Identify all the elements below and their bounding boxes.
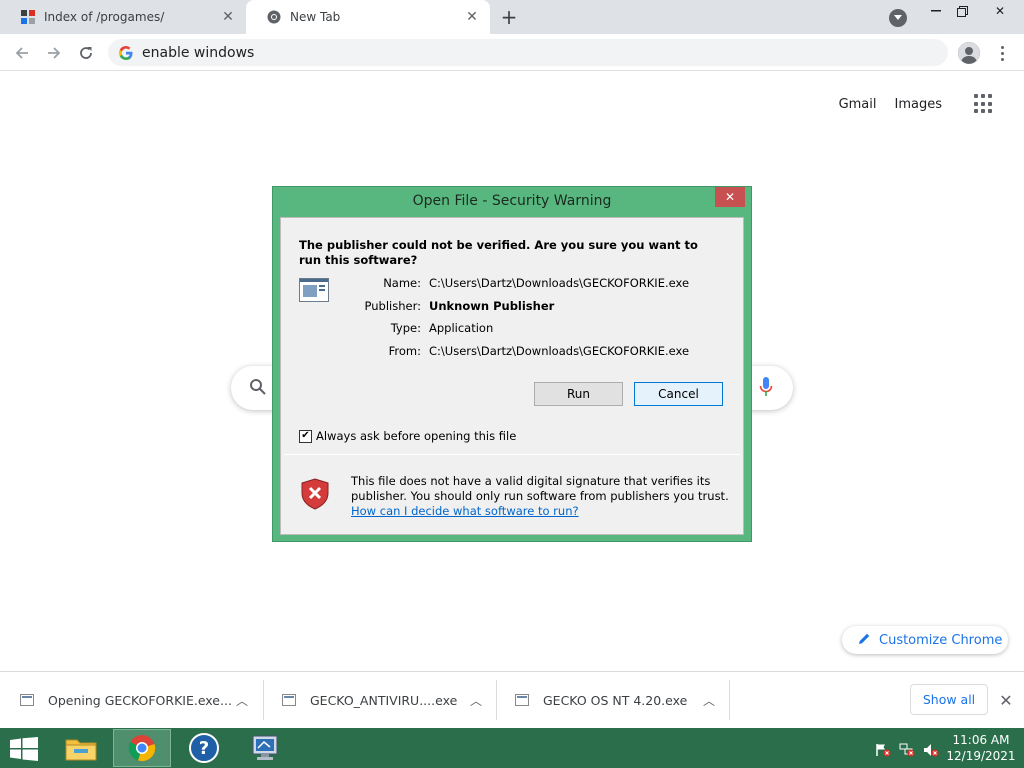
images-link[interactable]: Images <box>895 97 943 112</box>
chrome-menu-icon[interactable] <box>992 42 1012 64</box>
back-arrow-icon[interactable] <box>8 39 36 67</box>
detail-value: Unknown Publisher <box>429 298 555 313</box>
download-item[interactable]: Opening GECKOFORKIE.exe... ︿ <box>0 680 262 720</box>
show-all-button[interactable]: Show all <box>910 684 988 715</box>
chevron-up-icon[interactable]: ︿ <box>703 692 715 709</box>
dialog-close-button[interactable]: ✕ <box>715 187 745 207</box>
detail-label: From: <box>388 343 421 358</box>
new-tab-button[interactable]: + <box>498 5 520 29</box>
tab-strip: Index of /progames/ ✕ New Tab ✕ + ✕ <box>0 0 1024 34</box>
customize-chrome-label: Customize Chrome <box>879 632 1003 648</box>
exe-file-icon <box>515 694 529 706</box>
omnibox[interactable]: enable windows <box>108 39 948 66</box>
windows-start-icon[interactable] <box>10 737 38 761</box>
tab-index-progames[interactable]: Index of /progames/ ✕ <box>0 0 246 34</box>
chevron-up-icon[interactable]: ︿ <box>236 692 248 709</box>
help-link[interactable]: How can I decide what software to run? <box>351 504 731 519</box>
run-button[interactable]: Run <box>534 382 623 406</box>
detail-value: C:\Users\Dartz\Downloads\GECKOFORKIE.exe <box>429 276 690 290</box>
security-warning-dialog: Open File - Security Warning ✕ The publi… <box>272 186 752 542</box>
my-computer-icon[interactable] <box>236 729 294 767</box>
chrome-taskbar-icon[interactable] <box>113 729 171 767</box>
file-explorer-icon[interactable] <box>52 729 110 767</box>
tab-close-icon[interactable]: ✕ <box>464 9 480 25</box>
restore-button[interactable] <box>946 0 978 22</box>
google-g-icon <box>118 45 134 61</box>
detail-label: Type: <box>390 321 421 336</box>
microphone-icon[interactable] <box>759 376 773 402</box>
detail-label: Publisher: <box>364 298 421 313</box>
volume-muted-icon[interactable] <box>923 742 939 757</box>
download-item[interactable]: GECKO OS NT 4.20.exe ︿ <box>495 680 729 720</box>
download-name: Opening GECKOFORKIE.exe... <box>48 692 232 708</box>
detail-label: Name: <box>383 276 421 290</box>
forward-arrow-icon[interactable] <box>40 39 68 67</box>
always-ask-label: Always ask before opening this file <box>316 429 517 443</box>
clock-date: 12/19/2021 <box>946 749 1016 763</box>
tab-new-tab[interactable]: New Tab ✕ <box>246 0 490 34</box>
close-window-button[interactable]: ✕ <box>984 0 1016 22</box>
signature-warning-text: This file does not have a valid digital … <box>351 474 729 503</box>
download-name: GECKO OS NT 4.20.exe <box>543 692 688 708</box>
download-item[interactable]: GECKO_ANTIVIRU....exe ︿ <box>262 680 496 720</box>
gmail-link[interactable]: Gmail <box>839 97 877 112</box>
folder-page-icon <box>20 9 36 25</box>
detail-value: C:\Users\Dartz\Downloads\GECKOFORKIE.exe <box>429 343 690 358</box>
network-alert-icon[interactable] <box>899 742 915 757</box>
dialog-divider <box>284 454 740 455</box>
customize-chrome-button[interactable]: Customize Chrome <box>842 626 1008 654</box>
chrome-icon <box>266 9 282 25</box>
application-file-icon <box>299 278 329 302</box>
profile-avatar-icon[interactable] <box>958 42 980 64</box>
system-clock[interactable]: 11:06 AM 12/19/2021 <box>946 732 1016 764</box>
taskbar: ? 11:06 AM 12/19/2021 <box>0 728 1024 768</box>
tab-title: Index of /progames/ <box>44 10 165 24</box>
google-apps-icon[interactable] <box>974 94 994 114</box>
help-icon[interactable]: ? <box>175 729 233 767</box>
omnibox-text: enable windows <box>142 44 255 61</box>
exe-file-icon <box>282 694 296 706</box>
cancel-button[interactable]: Cancel <box>634 382 723 406</box>
exe-file-icon <box>20 694 34 706</box>
warning-headline: The publisher could not be verified. Are… <box>299 238 698 267</box>
chevron-up-icon[interactable]: ︿ <box>470 692 482 709</box>
top-links: Gmail Images <box>839 94 994 114</box>
search-icon <box>249 378 267 400</box>
browser-toolbar: enable windows <box>0 34 1024 71</box>
reload-icon[interactable] <box>72 39 100 67</box>
always-ask-checkbox[interactable]: ✔ <box>299 429 312 443</box>
download-shelf: Opening GECKOFORKIE.exe... ︿ GECKO_ANTIV… <box>0 671 1024 728</box>
download-name: GECKO_ANTIVIRU....exe <box>310 692 458 708</box>
svg-text:?: ? <box>199 738 209 759</box>
close-shelf-icon[interactable]: ✕ <box>996 690 1016 710</box>
dialog-title: Open File - Security Warning <box>412 193 612 209</box>
flag-alert-icon[interactable] <box>875 742 891 757</box>
dialog-body: The publisher could not be verified. Are… <box>280 217 744 535</box>
detail-value: Application <box>429 321 494 336</box>
always-ask-checkbox-row[interactable]: ✔ Always ask before opening this file <box>299 429 516 443</box>
clock-time: 11:06 AM <box>952 733 1010 747</box>
tab-search-icon[interactable] <box>889 9 907 27</box>
download-separator <box>729 680 730 720</box>
tab-title: New Tab <box>290 10 341 24</box>
tab-close-icon[interactable]: ✕ <box>220 9 236 25</box>
pencil-icon <box>858 632 871 649</box>
signature-warning: This file does not have a valid digital … <box>351 474 731 519</box>
shield-warning-icon <box>301 478 329 514</box>
